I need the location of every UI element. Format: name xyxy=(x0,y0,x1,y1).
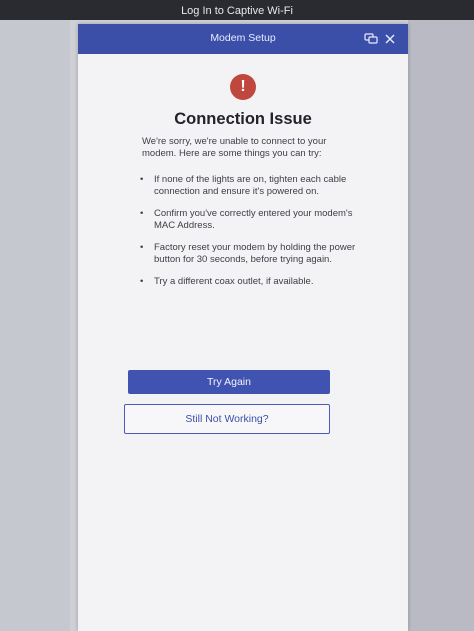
modal-header-title: Modem Setup xyxy=(210,32,276,44)
try-again-button[interactable]: Try Again xyxy=(128,370,330,394)
close-icon[interactable] xyxy=(383,32,397,46)
list-item: Factory reset your modem by holding the … xyxy=(130,242,360,266)
page-title: Connection Issue xyxy=(174,110,312,128)
background-left-panel xyxy=(0,20,70,631)
modal-header: Modem Setup xyxy=(78,24,408,54)
list-item: Try a different coax outlet, if availabl… xyxy=(130,276,360,288)
still-not-working-button[interactable]: Still Not Working? xyxy=(124,404,330,434)
modem-setup-modal: Modem Setup ! Connection Issue We're sor… xyxy=(78,24,408,631)
chat-bubbles-icon[interactable] xyxy=(364,32,378,46)
list-item: Confirm you've correctly entered your mo… xyxy=(130,208,360,232)
list-item: If none of the lights are on, tighten ea… xyxy=(130,174,360,198)
background-right-panel xyxy=(408,20,474,631)
window-title-bar: Log In to Captive Wi-Fi xyxy=(0,0,474,20)
exclamation-alert-icon: ! xyxy=(230,74,256,100)
intro-text: We're sorry, we're unable to connect to … xyxy=(142,136,327,159)
window-title: Log In to Captive Wi-Fi xyxy=(181,5,293,17)
troubleshooting-list: If none of the lights are on, tighten ea… xyxy=(130,174,360,288)
